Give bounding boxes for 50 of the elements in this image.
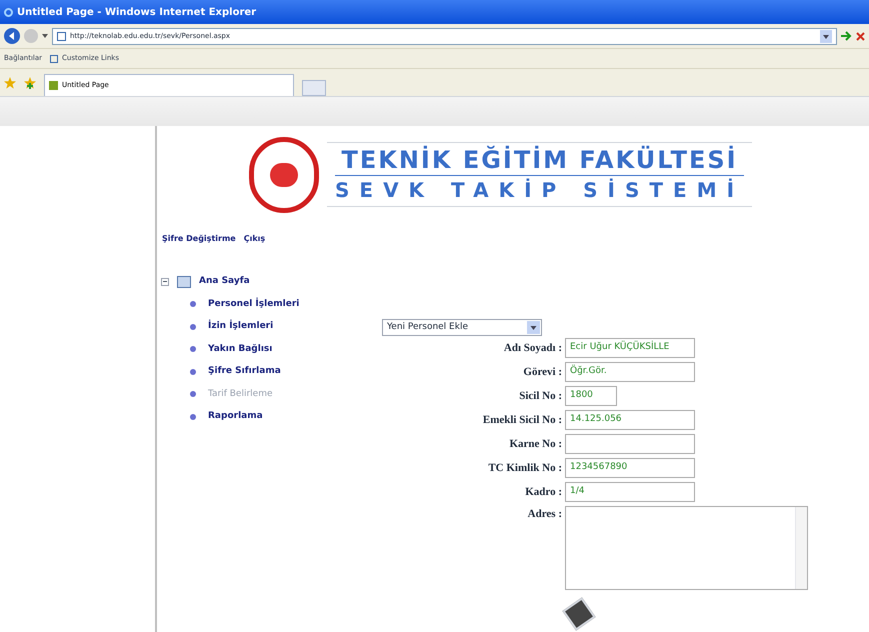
bullet-icon [190,368,196,375]
bullet-icon [190,346,196,352]
header-subtitle: SEVK TAKİP SİSTEMİ [335,175,744,204]
bullet-icon [190,301,196,308]
field-label: TC Kimlik No : [487,460,562,476]
scrollbar[interactable] [795,507,807,589]
close-icon[interactable] [856,32,865,40]
text-field[interactable]: 14.125.056 [565,410,695,430]
tree-item[interactable]: Raporlama [208,410,263,424]
mode-dropdown[interactable]: Yeni Personel Ekle [382,319,542,336]
field-label: Karne No : [508,436,562,452]
address-textarea[interactable] [565,506,808,590]
tree-item[interactable]: Yakın Bağlısı [208,342,272,356]
text-field[interactable]: Öğr.Gör. [565,362,695,382]
page-icon [57,32,66,40]
star-icon[interactable] [4,76,16,88]
field-label: Emekli Sicil No : [482,412,562,428]
window-title: Untitled Page - Windows Internet Explorer [17,6,256,20]
field-label: Adı Soyadı : [502,340,562,356]
field-label: Adres : [526,507,562,522]
field-label: Kadro : [524,484,562,500]
bullet-icon [190,391,196,398]
text-field[interactable]: 1800 [565,386,617,406]
text-field[interactable]: 1/4 [565,482,695,502]
star-plus-icon[interactable] [24,76,36,88]
bullet-icon [190,324,196,330]
browser-icon [4,8,13,16]
field-label: Sicil No : [518,388,562,404]
tree-item[interactable]: İzin İşlemleri [208,320,274,334]
back-icon[interactable] [4,28,20,44]
tree-item[interactable]: Şifre Sıfırlama [208,365,281,378]
nav-link[interactable]: Çıkış [244,233,266,245]
bullet-icon [190,414,196,420]
folder-icon [177,276,191,288]
dropdown-icon[interactable] [820,30,832,42]
go-arrow-icon[interactable] [841,31,852,41]
field-label: Görevi : [522,364,562,380]
collapse-toggle-icon[interactable] [161,278,169,286]
dropdown-icon [527,321,540,334]
text-field[interactable] [565,434,695,454]
text-field[interactable]: Ecir Uğur KÜÇÜKSİLLE [565,338,695,358]
tree-item[interactable]: Personel İşlemleri [208,298,300,311]
nav-link[interactable]: Şifre Değiştirme [162,233,236,245]
caret-icon[interactable] [42,34,48,38]
text-field[interactable]: 1234567890 [565,458,695,478]
header-title: TEKNİK EĞİTİM FAKÜLTESİ [341,145,738,175]
page-icon [49,81,58,90]
tree-item[interactable]: Ana Sayfa [199,275,250,288]
new-tab-button[interactable] [302,80,326,96]
page-icon [50,54,58,62]
